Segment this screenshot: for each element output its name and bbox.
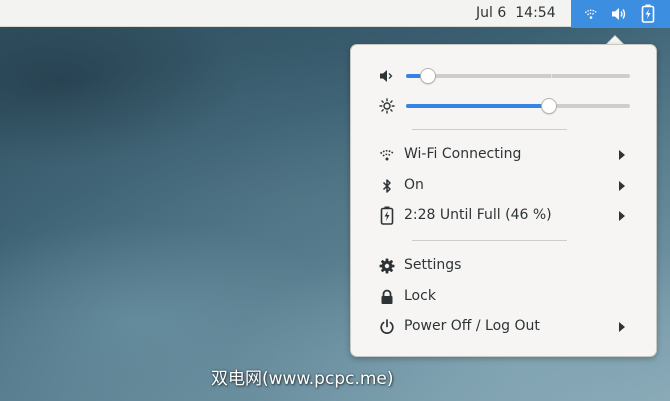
brightness-slider[interactable] [406, 98, 630, 114]
submenu-arrow-icon [619, 181, 625, 191]
battery-charging-icon [641, 4, 655, 27]
menu-item-settings[interactable]: Settings [351, 251, 656, 281]
menu-item-label: On [404, 177, 424, 193]
menu-item-power[interactable]: Power Off / Log Out [351, 312, 656, 342]
power-icon [379, 319, 395, 339]
volume-slider-row [351, 64, 658, 88]
top-bar: Jul 6 14:54 [0, 0, 670, 28]
separator [412, 129, 567, 130]
volume-icon [611, 6, 627, 26]
clock-date: Jul 6 [476, 5, 507, 21]
menu-item-label: Lock [404, 288, 436, 304]
clock-time: 14:54 [515, 5, 556, 21]
clock[interactable]: Jul 6 14:54 [476, 5, 556, 21]
watermark-text: 双电网(www.pcpc.me) [211, 369, 394, 389]
volume-slider[interactable] [406, 68, 630, 84]
volume-slider-mark [551, 74, 552, 78]
menu-item-battery[interactable]: 2:28 Until Full (46 %) [351, 201, 656, 231]
system-status-area[interactable] [571, 0, 670, 28]
lock-icon [379, 289, 395, 309]
gear-icon [379, 258, 395, 278]
bluetooth-icon [379, 178, 395, 198]
menu-item-label: Wi-Fi Connecting [404, 146, 522, 162]
volume-muted-icon [379, 68, 395, 88]
menu-item-label: 2:28 Until Full (46 %) [404, 207, 552, 223]
submenu-arrow-icon [619, 322, 625, 332]
separator [412, 240, 567, 241]
menu-item-label: Settings [404, 257, 462, 273]
wifi-connecting-icon [379, 147, 395, 167]
menu-item-lock[interactable]: Lock [351, 282, 656, 312]
menu-item-label: Power Off / Log Out [404, 318, 540, 334]
brightness-slider-fill [406, 104, 550, 108]
brightness-icon [379, 98, 395, 118]
system-menu: Wi-Fi Connecting On 2:28 Until Full (46 … [350, 44, 657, 357]
battery-charging-icon [379, 206, 395, 229]
submenu-arrow-icon [619, 150, 625, 160]
wifi-connecting-icon [584, 6, 598, 25]
menu-item-bluetooth[interactable]: On [351, 171, 656, 201]
submenu-arrow-icon [619, 211, 625, 221]
brightness-slider-row [351, 94, 658, 118]
brightness-slider-handle[interactable] [541, 98, 558, 114]
volume-slider-handle[interactable] [420, 68, 437, 84]
menu-item-wifi[interactable]: Wi-Fi Connecting [351, 140, 656, 170]
